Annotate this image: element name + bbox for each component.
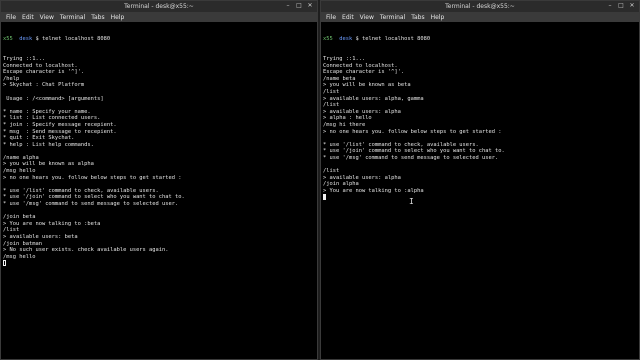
- terminal-line: > no one hears you. follow below steps t…: [3, 174, 182, 181]
- terminal-line: > available users: alpha: [323, 174, 401, 181]
- prompt-command: $ telnet localhost 8080: [355, 36, 431, 43]
- terminal-line: * help : List help commands.: [3, 141, 94, 148]
- terminal-window-right[interactable]: Terminal - desk@x55:~ – □ ✕ File Edit Vi…: [320, 0, 640, 360]
- menu-view[interactable]: View: [360, 14, 374, 21]
- menu-help[interactable]: Help: [111, 14, 125, 21]
- terminal-line: * msg : Send message to recepient.: [3, 128, 117, 135]
- terminal-line: /list: [323, 88, 340, 95]
- terminal-line: > You are now talking to :alpha: [323, 187, 424, 194]
- terminal-line: * list : List connected users.: [3, 115, 101, 122]
- terminal-line: > no one hears you. follow below steps t…: [323, 128, 502, 135]
- terminal-line: * join : Specify message recepient.: [3, 121, 117, 128]
- terminal-line: /join beta: [3, 214, 36, 221]
- terminal-line: > available users: alpha: [323, 108, 401, 115]
- terminal-line: > No such user exists. check available u…: [3, 247, 169, 254]
- terminal-line: * use '/list' command to check, availabl…: [323, 141, 479, 148]
- terminal-line: /join alpha: [323, 181, 359, 188]
- menu-tabs[interactable]: Tabs: [411, 14, 424, 21]
- minimize-button[interactable]: –: [607, 3, 613, 9]
- text-cursor: [3, 260, 7, 267]
- terminal-window-left[interactable]: Terminal - desk@x55:~ – □ ✕ File Edit Vi…: [0, 0, 318, 360]
- mouse-pointer-icon: I: [409, 197, 414, 206]
- menu-edit[interactable]: Edit: [22, 14, 34, 21]
- terminal-line: /list: [3, 227, 20, 234]
- terminal-line: /msg hello: [3, 253, 36, 260]
- close-button[interactable]: ✕: [307, 3, 313, 9]
- terminal-line: Trying ::1...: [323, 55, 366, 62]
- terminal-line: /join batman: [3, 240, 42, 247]
- terminal-line: Trying ::1...: [3, 55, 46, 62]
- close-button[interactable]: ✕: [629, 3, 635, 9]
- window-title: Terminal - desk@x55:~: [124, 3, 194, 10]
- terminal-line: /help: [3, 75, 20, 82]
- terminal-line: > You are now talking to :beta: [3, 220, 101, 227]
- terminal-line: * quit : Exit Skychat.: [3, 135, 75, 142]
- terminal-line: > you will be known as alpha: [3, 161, 94, 168]
- terminal-output[interactable]: x55 desk $ telnet localhost 8080 Trying …: [1, 22, 317, 267]
- menu-help[interactable]: Help: [431, 14, 445, 21]
- title-bar[interactable]: Terminal - desk@x55:~ – □ ✕: [321, 1, 639, 12]
- prompt-host: desk: [19, 36, 33, 43]
- menu-file[interactable]: File: [6, 14, 16, 21]
- terminal-line: /msg hi there: [323, 121, 366, 128]
- prompt-user: x55: [3, 36, 13, 43]
- menu-tabs[interactable]: Tabs: [91, 14, 104, 21]
- minimize-button[interactable]: –: [285, 3, 291, 9]
- terminal-line: > you will be known as beta: [323, 82, 411, 89]
- terminal-line: > Skychat : Chat Platform: [3, 82, 85, 89]
- menu-terminal[interactable]: Terminal: [380, 14, 405, 21]
- menu-bar: File Edit View Terminal Tabs Help: [321, 12, 639, 22]
- prompt-host: desk: [339, 36, 353, 43]
- terminal-line: * name : Specify your name.: [3, 108, 91, 115]
- prompt-line: x55 desk $ telnet localhost 8080: [323, 36, 637, 43]
- menu-view[interactable]: View: [40, 14, 54, 21]
- terminal-line: > alpha : hello: [323, 115, 372, 122]
- terminal-line: Escape character is '^]'.: [323, 69, 405, 76]
- terminal-line: > available users: alpha, gamma: [323, 95, 424, 102]
- window-title: Terminal - desk@x55:~: [445, 3, 515, 10]
- terminal-line: Usage : /<command> [arguments]: [3, 95, 104, 102]
- terminal-line: * use '/msg' command to send message to …: [3, 201, 179, 208]
- terminal-line: /name beta: [323, 75, 356, 82]
- text-cursor: [323, 194, 327, 201]
- prompt-command: $ telnet localhost 8080: [35, 36, 111, 43]
- terminal-line: /list: [323, 168, 340, 175]
- menu-bar: File Edit View Terminal Tabs Help: [1, 12, 317, 22]
- terminal-line: /name alpha: [3, 154, 39, 161]
- menu-edit[interactable]: Edit: [342, 14, 354, 21]
- maximize-button[interactable]: □: [618, 3, 624, 9]
- title-bar[interactable]: Terminal - desk@x55:~ – □ ✕: [1, 1, 317, 12]
- maximize-button[interactable]: □: [296, 3, 302, 9]
- cursor-line: [323, 194, 637, 201]
- terminal-line: /msg hello: [3, 168, 36, 175]
- terminal-line: /list: [323, 102, 340, 109]
- terminal-line: Escape character is '^]'.: [3, 69, 85, 76]
- terminal-line: Connected to localhost.: [3, 62, 78, 69]
- terminal-line: > available users: beta: [3, 234, 78, 240]
- prompt-user: x55: [323, 36, 333, 43]
- menu-terminal[interactable]: Terminal: [60, 14, 85, 21]
- prompt-line: x55 desk $ telnet localhost 8080: [3, 36, 315, 43]
- terminal-line: * use '/join' command to select who you …: [323, 148, 505, 155]
- terminal-line: Connected to localhost.: [323, 62, 398, 69]
- terminal-output[interactable]: x55 desk $ telnet localhost 8080 Trying …: [321, 22, 639, 201]
- terminal-line: * use '/msg' command to send message to …: [323, 154, 499, 161]
- terminal-line: * use '/join' command to select who you …: [3, 194, 185, 201]
- menu-file[interactable]: File: [326, 14, 336, 21]
- cursor-line: [3, 260, 315, 267]
- terminal-line: * use '/list' command to check, availabl…: [3, 187, 159, 194]
